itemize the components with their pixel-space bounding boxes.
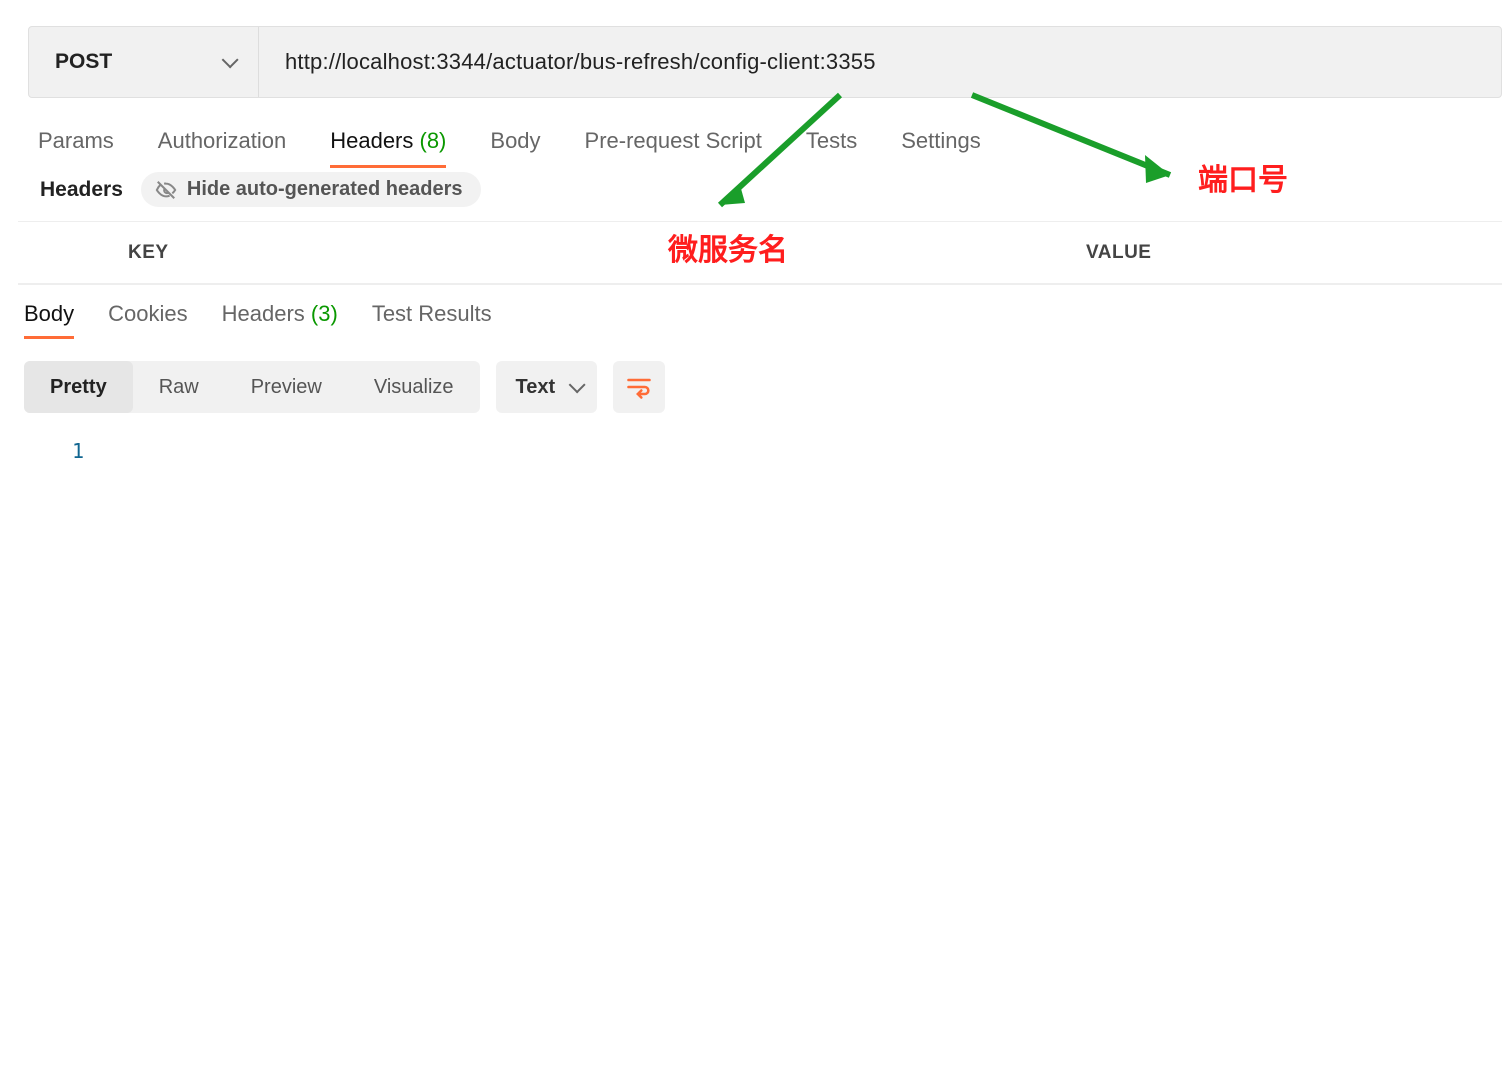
annotation-port: 端口号: [1198, 155, 1288, 199]
request-url-bar: POST http://localhost:3344/actuator/bus-…: [28, 26, 1502, 98]
resp-tab-headers-count: (3): [311, 301, 338, 326]
response-tabs: Body Cookies Headers (3) Test Results: [18, 285, 1512, 345]
view-mode-segment: Pretty Raw Preview Visualize: [24, 361, 480, 413]
resp-tab-headers-label: Headers: [222, 301, 305, 326]
tab-body[interactable]: Body: [490, 128, 540, 164]
http-method-value: POST: [55, 50, 112, 74]
view-visualize[interactable]: Visualize: [348, 361, 480, 413]
chevron-down-icon: [569, 376, 586, 393]
eye-off-icon: [155, 179, 177, 201]
view-raw[interactable]: Raw: [133, 361, 225, 413]
wrap-icon: [625, 373, 653, 401]
chevron-down-icon: [222, 51, 239, 68]
tab-settings[interactable]: Settings: [901, 128, 981, 164]
url-input[interactable]: http://localhost:3344/actuator/bus-refre…: [259, 27, 1501, 97]
hide-autogenerated-label: Hide auto-generated headers: [187, 178, 463, 201]
tab-authorization[interactable]: Authorization: [158, 128, 286, 164]
wrap-lines-button[interactable]: [613, 361, 665, 413]
format-select[interactable]: Text: [496, 361, 598, 413]
tab-headers[interactable]: Headers (8): [330, 128, 446, 164]
resp-tab-headers[interactable]: Headers (3): [222, 301, 338, 337]
url-value: http://localhost:3344/actuator/bus-refre…: [285, 49, 876, 75]
col-value: VALUE: [1072, 224, 1502, 282]
view-pretty[interactable]: Pretty: [24, 361, 133, 413]
response-toolbar: Pretty Raw Preview Visualize Text: [18, 345, 1512, 421]
tab-tests[interactable]: Tests: [806, 128, 857, 164]
resp-tab-testresults[interactable]: Test Results: [372, 301, 492, 337]
resp-tab-cookies[interactable]: Cookies: [108, 301, 187, 337]
tab-headers-label: Headers: [330, 128, 413, 153]
response-editor[interactable]: 1: [18, 421, 1512, 463]
tab-headers-count: (8): [420, 128, 447, 153]
line-number: 1: [72, 439, 84, 463]
view-preview[interactable]: Preview: [225, 361, 348, 413]
col-key: KEY: [114, 224, 1072, 282]
resp-tab-body[interactable]: Body: [24, 301, 74, 337]
annotation-microservice: 微服务名: [668, 225, 788, 269]
hide-autogenerated-toggle[interactable]: Hide auto-generated headers: [141, 172, 481, 207]
http-method-select[interactable]: POST: [29, 27, 259, 97]
tab-prerequest[interactable]: Pre-request Script: [585, 128, 762, 164]
format-value: Text: [516, 376, 556, 399]
tab-params[interactable]: Params: [38, 128, 114, 164]
headers-section-label: Headers: [40, 178, 123, 202]
